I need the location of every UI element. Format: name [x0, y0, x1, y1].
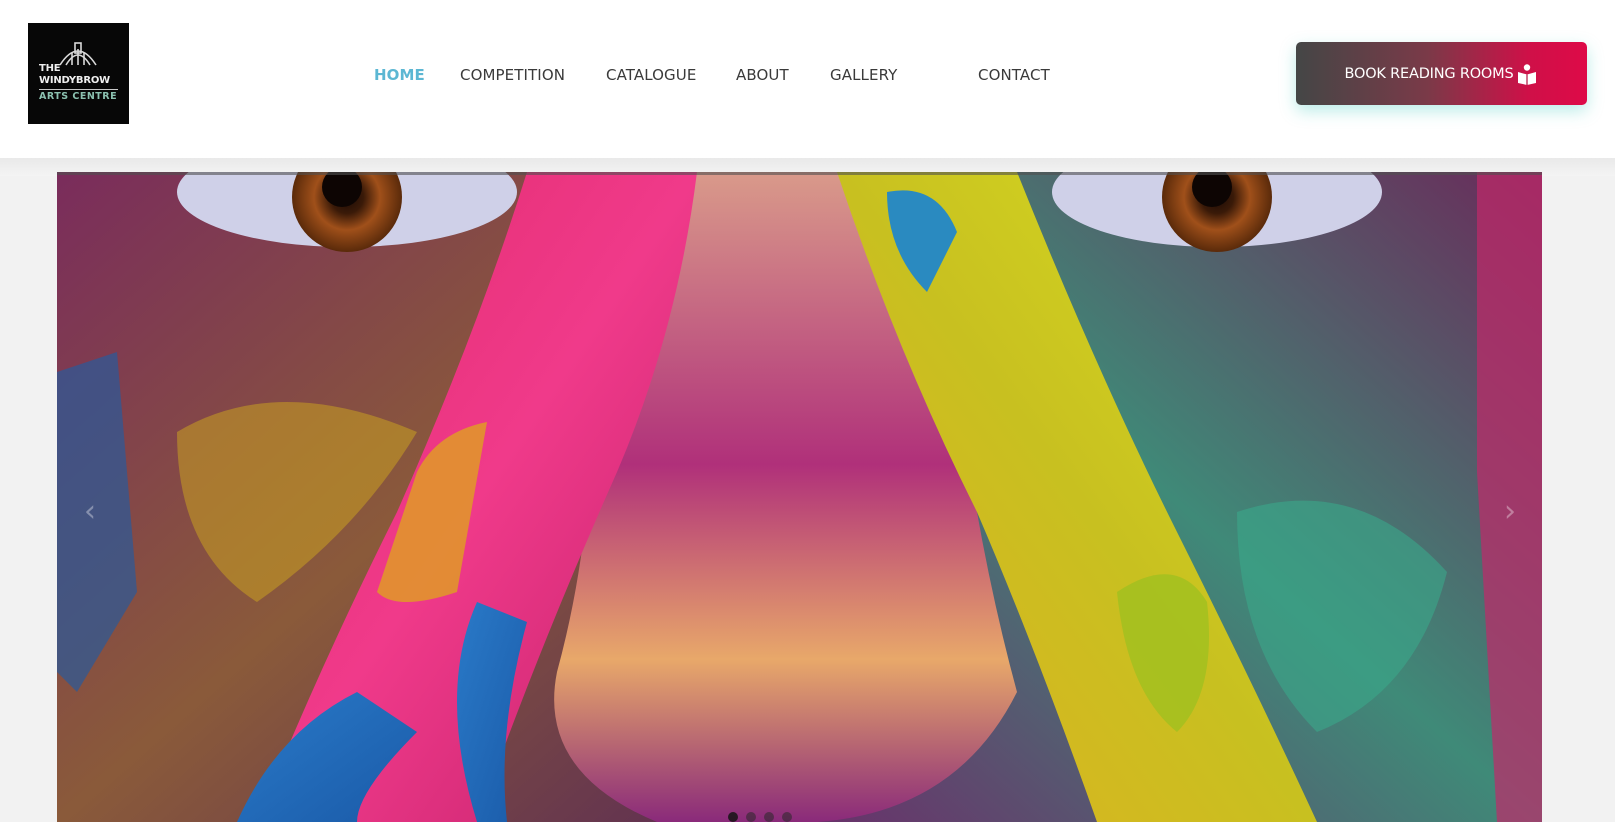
- windybrow-logo[interactable]: THE WINDYBROW ARTS CENTRE: [28, 23, 129, 124]
- slider-dot[interactable]: [728, 812, 738, 822]
- nav-gallery[interactable]: GALLERY: [830, 66, 897, 84]
- chevron-left-icon[interactable]: ‹: [75, 492, 105, 532]
- logo-line-the: THE: [39, 63, 61, 74]
- logo-line-windybrow: WINDYBROW: [39, 75, 110, 86]
- nav-home[interactable]: HOME: [374, 66, 425, 84]
- slider-dot[interactable]: [746, 812, 756, 822]
- book-reading-rooms-label: BOOK READING ROOMS: [1344, 65, 1514, 82]
- slider-pagination: [728, 812, 792, 822]
- slider-dot[interactable]: [764, 812, 774, 822]
- hero-slider: [57, 172, 1542, 822]
- slider-dot[interactable]: [782, 812, 792, 822]
- nav-about[interactable]: ABOUT: [736, 66, 789, 84]
- nav-contact[interactable]: CONTACT: [978, 66, 1050, 84]
- logo-line-arts-centre: ARTS CENTRE: [39, 91, 118, 102]
- book-reading-rooms-button[interactable]: BOOK READING ROOMS: [1296, 42, 1587, 105]
- hero-image: [57, 172, 1542, 822]
- nav-catalogue[interactable]: CATALOGUE: [606, 66, 696, 84]
- logo-divider: [39, 89, 118, 90]
- site-header: THE WINDYBROW ARTS CENTRE HOME COMPETITI…: [0, 0, 1615, 158]
- hero-top-border: [57, 172, 1542, 175]
- nav-competition[interactable]: COMPETITION: [460, 66, 565, 84]
- reader-book-icon: [1516, 63, 1538, 85]
- chevron-right-icon[interactable]: ›: [1495, 492, 1525, 532]
